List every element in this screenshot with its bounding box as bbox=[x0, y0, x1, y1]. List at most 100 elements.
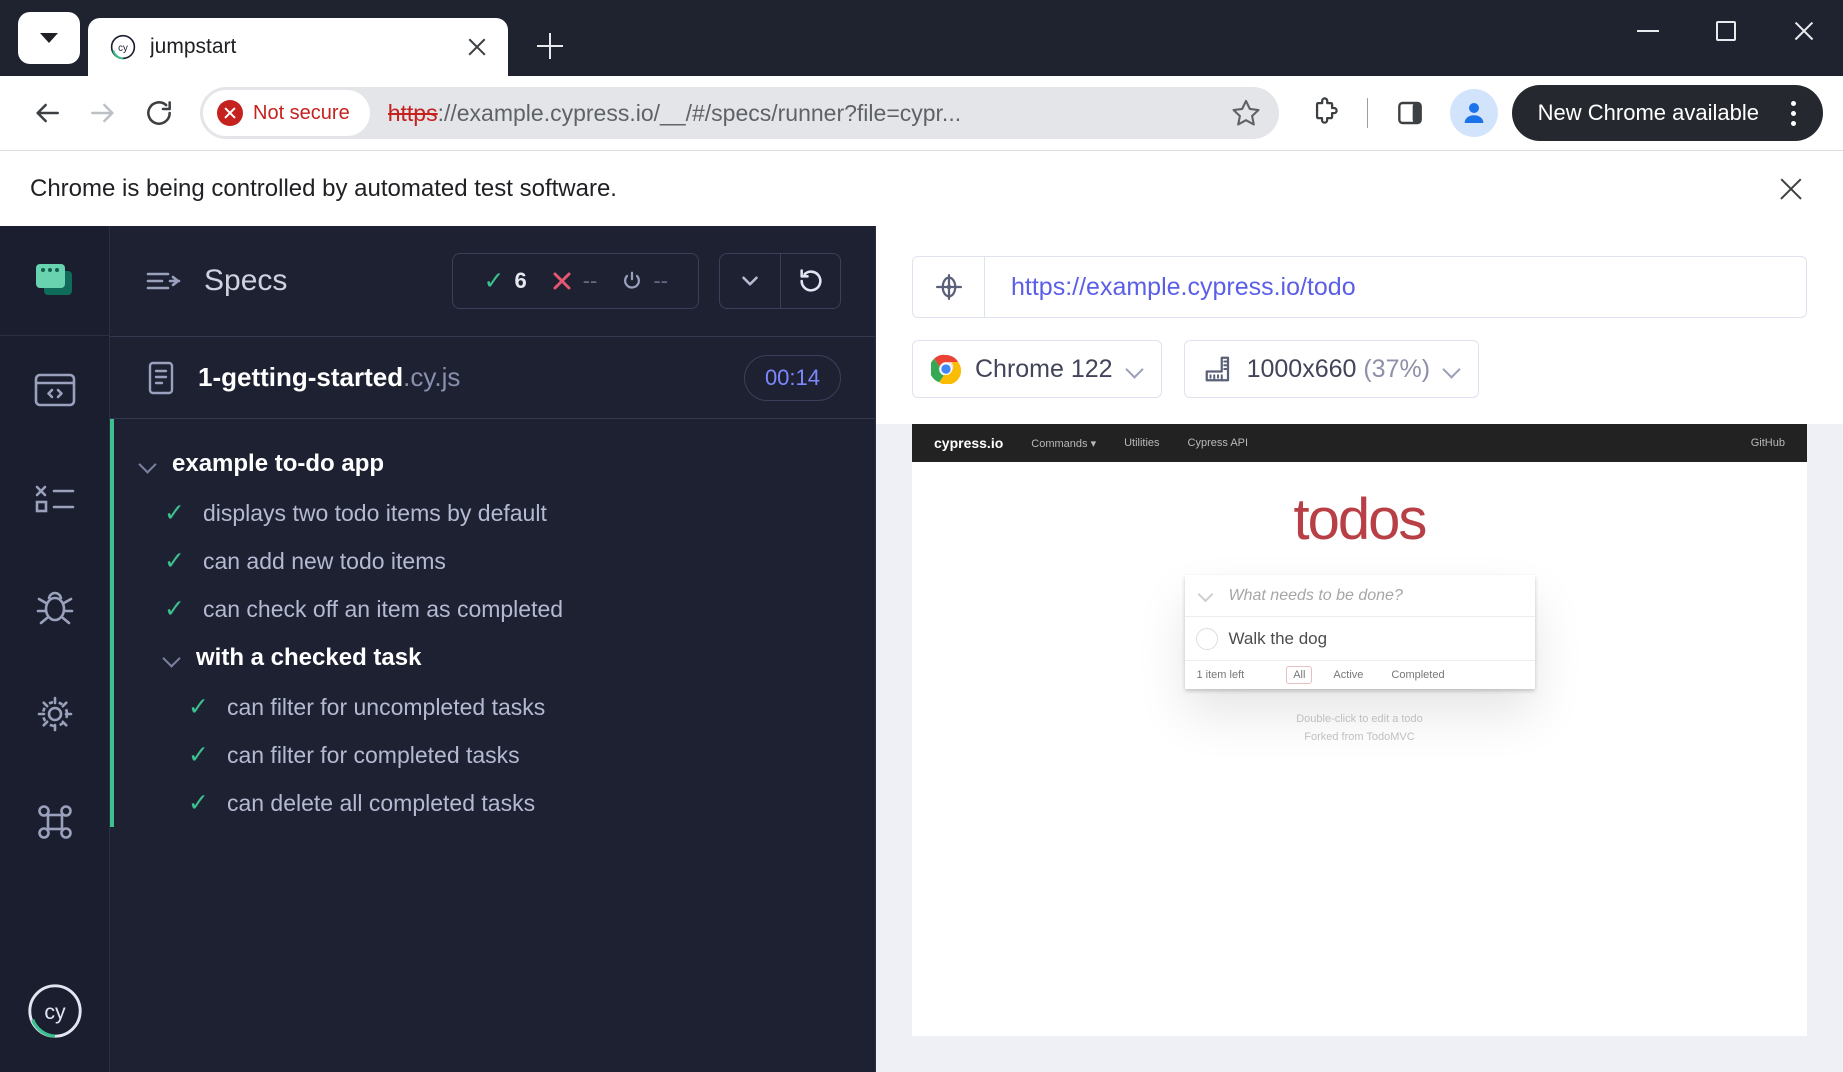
reload-button[interactable] bbox=[134, 88, 184, 138]
check-icon: ✓ bbox=[483, 266, 505, 295]
maximize-button[interactable] bbox=[1687, 0, 1765, 62]
selector-playground-button[interactable] bbox=[913, 257, 985, 317]
spec-file-row[interactable]: 1-getting-started.cy.js 00:14 bbox=[110, 336, 875, 418]
collapse-tests-button[interactable] bbox=[720, 254, 780, 308]
filter-all[interactable]: All bbox=[1286, 666, 1313, 684]
site-security-badge[interactable]: Not secure bbox=[203, 90, 370, 136]
specs-title: Specs bbox=[204, 264, 288, 297]
arrow-left-icon bbox=[36, 103, 59, 123]
chevron-down-icon bbox=[164, 650, 180, 666]
chevron-down-icon bbox=[140, 456, 156, 472]
minimize-icon bbox=[1637, 30, 1659, 32]
forward-button[interactable] bbox=[78, 88, 128, 138]
test-label: displays two todo items by default bbox=[202, 499, 547, 526]
passed-count: 6 bbox=[514, 268, 527, 293]
rerun-tests-button[interactable] bbox=[780, 254, 840, 308]
back-button[interactable] bbox=[22, 88, 72, 138]
bookmark-star-icon[interactable] bbox=[1229, 96, 1263, 130]
new-chrome-available-button[interactable]: New Chrome available bbox=[1511, 85, 1823, 141]
app-brand[interactable]: cypress.io bbox=[934, 435, 1003, 451]
test-row[interactable]: ✓ displays two todo items by default bbox=[110, 489, 875, 537]
app-under-test-frame: cypress.io Commands ▾ Utilities Cypress … bbox=[912, 424, 1807, 1036]
checkbox-circle-icon bbox=[1195, 627, 1218, 650]
infobar-close-button[interactable] bbox=[1769, 167, 1813, 211]
test-row[interactable]: ✓ can check off an item as completed bbox=[110, 585, 875, 633]
aut-controls: Chrome 122 1000x660 (37%) bbox=[876, 318, 1843, 398]
window-controls bbox=[1609, 0, 1843, 62]
test-row[interactable]: ✓ can filter for uncompleted tasks bbox=[110, 683, 875, 731]
minimize-button[interactable] bbox=[1609, 0, 1687, 62]
nav-link-commands[interactable]: Commands ▾ bbox=[1031, 437, 1096, 450]
ruler-icon bbox=[1205, 356, 1229, 382]
aut-url-text: https://example.cypress.io/todo bbox=[1011, 272, 1356, 301]
filter-completed[interactable]: Completed bbox=[1384, 666, 1451, 684]
chevron-down-icon bbox=[40, 33, 58, 43]
chevron-down-icon bbox=[1200, 589, 1213, 602]
profile-button[interactable] bbox=[1449, 89, 1498, 137]
hint-edit: Double-click to edit a todo bbox=[1296, 713, 1423, 725]
runs-list-icon bbox=[35, 485, 74, 513]
keyboard-shortcut-icon bbox=[37, 805, 72, 839]
extensions-button[interactable] bbox=[1299, 87, 1351, 139]
nav-link-cypress-api[interactable]: Cypress API bbox=[1188, 437, 1249, 449]
chevron-down-icon bbox=[1127, 361, 1143, 377]
title-bar: cy jumpstart bbox=[0, 0, 1843, 76]
browser-label: Chrome 122 bbox=[975, 354, 1113, 383]
todo-filters: All Active Completed bbox=[1286, 666, 1451, 684]
tab-close-button[interactable] bbox=[460, 30, 494, 64]
viewport-size: 1000x660 bbox=[1246, 354, 1357, 383]
close-icon bbox=[1792, 19, 1816, 43]
check-icon: ✓ bbox=[164, 546, 185, 575]
specs-header: Specs ✓ 6 -- -- bbox=[110, 226, 875, 336]
new-todo-input[interactable]: What needs to be done? bbox=[1229, 587, 1403, 605]
check-icon: ✓ bbox=[164, 594, 185, 623]
specs-list-icon bbox=[146, 272, 181, 290]
filter-active[interactable]: Active bbox=[1326, 666, 1370, 684]
aut-url-bar[interactable]: https://example.cypress.io/todo bbox=[912, 256, 1807, 318]
todo-toggle[interactable] bbox=[1185, 627, 1229, 650]
viewport-selector[interactable]: 1000x660 (37%) bbox=[1183, 340, 1480, 398]
todo-list-item[interactable]: Walk the dog bbox=[1184, 617, 1535, 661]
sidebar-item-projects[interactable] bbox=[0, 226, 109, 336]
check-icon: ✓ bbox=[188, 692, 209, 721]
cypress-logo[interactable]: cy bbox=[0, 980, 109, 1072]
todo-hints: Double-click to edit a todo Forked from … bbox=[1296, 711, 1423, 746]
tab-title: jumpstart bbox=[150, 35, 237, 58]
nav-link-github[interactable]: GitHub bbox=[1751, 437, 1785, 449]
test-label: can delete all completed tasks bbox=[226, 789, 536, 816]
suite-row-root[interactable]: example to-do app bbox=[110, 439, 875, 489]
new-tab-button[interactable] bbox=[524, 20, 576, 72]
sidebar-item-runs[interactable] bbox=[0, 444, 109, 552]
code-window-icon bbox=[34, 373, 75, 407]
chrome-menu-button[interactable] bbox=[1775, 93, 1811, 133]
sidebar-item-shortcuts[interactable] bbox=[0, 768, 109, 876]
test-row[interactable]: ✓ can add new todo items bbox=[110, 537, 875, 585]
failed-count: -- bbox=[582, 268, 598, 293]
new-todo-row[interactable]: What needs to be done? bbox=[1184, 575, 1535, 617]
test-row[interactable]: ✓ can delete all completed tasks bbox=[110, 779, 875, 827]
check-icon: ✓ bbox=[188, 740, 209, 769]
chevron-down-icon bbox=[1444, 361, 1460, 377]
aut-stage: cypress.io Commands ▾ Utilities Cypress … bbox=[876, 424, 1843, 1072]
test-row[interactable]: ✓ can filter for completed tasks bbox=[110, 731, 875, 779]
crosshair-icon bbox=[935, 274, 962, 300]
test-label: can add new todo items bbox=[202, 547, 446, 574]
suite-row-nested[interactable]: with a checked task bbox=[110, 633, 875, 683]
sidebar-item-specs[interactable] bbox=[0, 336, 109, 444]
address-bar[interactable]: Not secure https://example.cypress.io/__… bbox=[200, 87, 1279, 139]
chrome-icon bbox=[931, 354, 961, 384]
close-window-button[interactable] bbox=[1765, 0, 1843, 62]
browser-tab[interactable]: cy jumpstart bbox=[88, 18, 508, 76]
sidebar-item-settings[interactable] bbox=[0, 660, 109, 768]
toggle-all-button[interactable] bbox=[1185, 589, 1229, 602]
side-panel-button[interactable] bbox=[1384, 87, 1436, 139]
test-stats: ✓ 6 -- -- bbox=[452, 253, 699, 309]
aut-url-row: https://example.cypress.io/todo bbox=[876, 226, 1843, 318]
nav-link-utilities[interactable]: Utilities bbox=[1124, 437, 1159, 449]
browser-selector[interactable]: Chrome 122 bbox=[912, 340, 1162, 398]
todo-footer: 1 item left All Active Completed bbox=[1185, 661, 1535, 689]
tab-search-button[interactable] bbox=[18, 12, 80, 64]
sidebar-item-debug[interactable] bbox=[0, 552, 109, 660]
url-rest: ://example.cypress.io/__/#/specs/runner?… bbox=[437, 99, 962, 126]
spec-extension: .cy.js bbox=[403, 362, 461, 392]
